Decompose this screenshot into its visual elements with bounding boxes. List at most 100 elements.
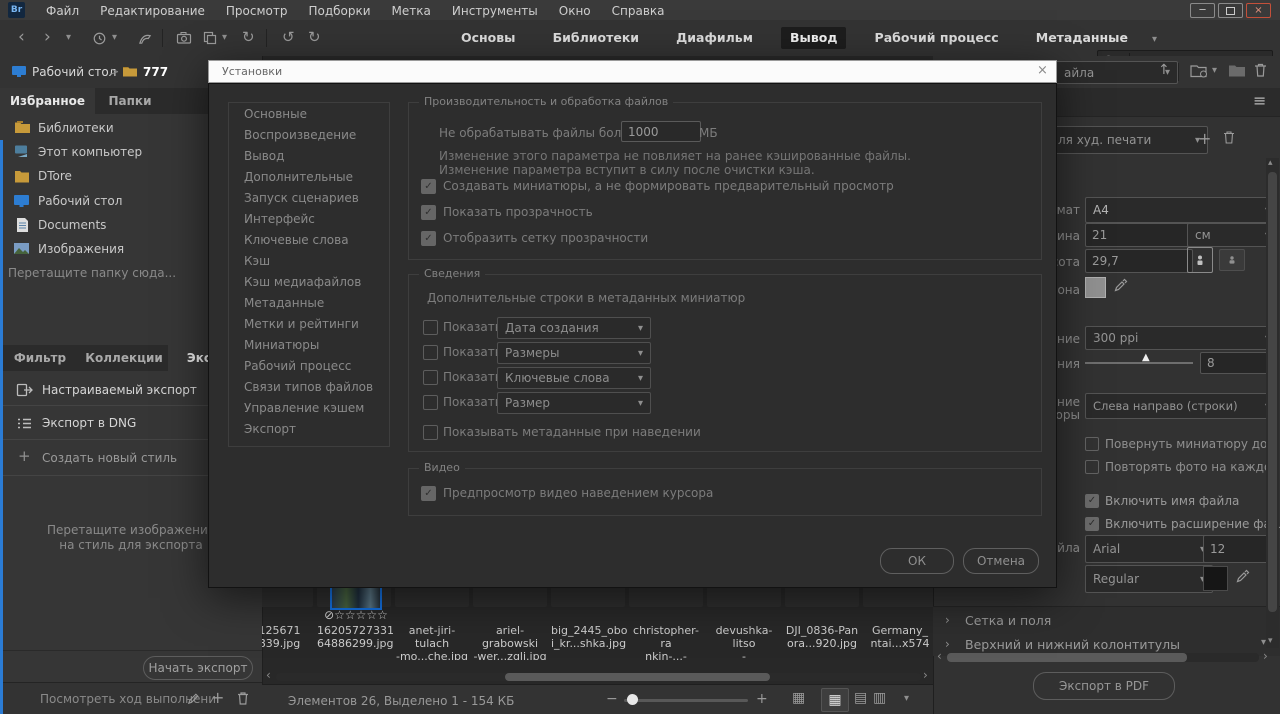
redo-button[interactable]: ↻: [308, 20, 321, 54]
metadata-row1-dropdown[interactable]: Дата создания ▾: [497, 317, 651, 339]
export-pdf-button[interactable]: Экспорт в PDF: [1033, 672, 1175, 700]
zoom-slider-track[interactable]: [624, 699, 748, 702]
add-icon[interactable]: +: [211, 688, 224, 707]
metadata-row4-dropdown[interactable]: Размер ▾: [497, 392, 651, 414]
panel-menu-icon[interactable]: ≡: [1253, 91, 1266, 110]
sidebar-item-documents[interactable]: Documents: [38, 218, 106, 232]
transparency-grid-checkbox[interactable]: ✓: [421, 231, 436, 246]
background-color-swatch[interactable]: [1085, 277, 1106, 298]
workspace-output[interactable]: Вывод: [781, 27, 847, 49]
boomerang-icon[interactable]: [138, 31, 153, 46]
nav-workflow[interactable]: Рабочий процесс: [244, 359, 351, 373]
metadata-row3-dropdown[interactable]: Ключевые слова ▾: [497, 367, 651, 389]
recent-folder-icon[interactable]: [1190, 63, 1209, 79]
right-panel-vscrollbar[interactable]: ▴ ▾: [1266, 158, 1279, 648]
nav-interface[interactable]: Интерфейс: [244, 212, 315, 226]
eyedropper-icon[interactable]: [1113, 277, 1129, 293]
ok-button[interactable]: ОК: [880, 548, 954, 574]
scroll-left-arrow[interactable]: ‹: [937, 649, 942, 663]
minimize-button[interactable]: ─: [1190, 3, 1215, 18]
nav-metadata[interactable]: Метаданные: [244, 296, 324, 310]
sidebar-item-libraries[interactable]: Библиотеки: [38, 121, 114, 135]
menu-label[interactable]: Метка: [392, 1, 431, 21]
menu-help[interactable]: Справка: [612, 1, 665, 21]
file-name[interactable]: devushka-litso-mila...lad.jpg: [707, 624, 781, 660]
file-name[interactable]: ariel-grabowski -wer...zgli.jpg: [473, 624, 547, 660]
scroll-down-arrow[interactable]: ▾: [1268, 636, 1273, 646]
workspace-workflow[interactable]: Рабочий процесс: [866, 27, 1008, 49]
sidebar-item-desktop[interactable]: Рабочий стол: [38, 194, 122, 208]
file-name[interactable]: DJI_0836-Pan ora...920.jpg: [785, 624, 859, 650]
dialog-titlebar[interactable]: Установки ×: [208, 60, 1057, 83]
resolution-dropdown[interactable]: 300 ppi▾: [1085, 326, 1278, 350]
landscape-orientation-button[interactable]: [1219, 249, 1245, 271]
repeat-photo-checkbox[interactable]: [1085, 460, 1099, 474]
show-row2-checkbox[interactable]: [423, 345, 438, 360]
nav-dropdown-caret[interactable]: ▾: [66, 20, 71, 56]
layout-dropdown[interactable]: Слева направо (строки)▾: [1085, 393, 1278, 419]
width-input[interactable]: 21: [1085, 223, 1193, 247]
portrait-orientation-button[interactable]: [1187, 247, 1213, 273]
thumbnail-view-button-active[interactable]: ▦: [821, 688, 849, 712]
quality-slider-track[interactable]: [1085, 362, 1193, 364]
breadcrumb-current[interactable]: 777: [143, 65, 168, 79]
file-name[interactable]: christopher-rankin-...-uly.jpg: [629, 624, 703, 660]
file-name[interactable]: big_2445_obo i_kr...shka.jpg: [551, 624, 627, 650]
hscroll-thumb[interactable]: [505, 673, 770, 681]
tab-folders[interactable]: Папки: [95, 88, 165, 114]
edit-pencil-icon[interactable]: [186, 691, 201, 706]
nav-general[interactable]: Основные: [244, 107, 307, 121]
create-style-button[interactable]: Создать новый стиль: [42, 451, 177, 465]
tab-collections[interactable]: Коллекции: [80, 345, 168, 371]
nav-startup-scripts[interactable]: Запуск сценариев: [244, 191, 359, 205]
content-hscrollbar[interactable]: ‹ ›: [262, 668, 933, 684]
workspace-more-caret[interactable]: ▾: [1152, 34, 1157, 45]
scroll-up-arrow[interactable]: ▴: [1268, 158, 1273, 168]
section-grid-margins[interactable]: › Сетка и поля: [933, 606, 1280, 636]
file-name[interactable]: anet-jiri-tulach -mo...che.jpg: [395, 624, 469, 660]
zoom-in-icon[interactable]: +: [756, 691, 768, 707]
workspace-essentials[interactable]: Основы: [452, 27, 524, 49]
sort-ascending-icon[interactable]: ↑: [1158, 62, 1170, 78]
list-view-icon[interactable]: ▥: [873, 690, 886, 706]
zoom-slider-thumb[interactable]: [627, 694, 638, 705]
sidebar-item-pictures[interactable]: Изображения: [38, 242, 124, 256]
show-tooltips-checkbox[interactable]: [423, 425, 438, 440]
rotate-thumbnail-checkbox[interactable]: [1085, 437, 1099, 451]
unit-dropdown[interactable]: см▾: [1187, 223, 1278, 247]
cancel-button[interactable]: Отмена: [963, 548, 1039, 574]
nav-media-cache[interactable]: Кэш медиафайлов: [244, 275, 361, 289]
nav-labels-ratings[interactable]: Метки и рейтинги: [244, 317, 359, 331]
tab-filter[interactable]: Фильтр: [0, 345, 80, 371]
nav-thumbnails[interactable]: Миниатюры: [244, 338, 319, 352]
nav-keywords[interactable]: Ключевые слова: [244, 233, 349, 247]
start-export-button[interactable]: Начать экспорт: [143, 656, 253, 680]
font-eyedropper-icon[interactable]: [1235, 568, 1251, 584]
file-name[interactable]: 21256710839.jpg: [262, 624, 313, 650]
tab-favorites[interactable]: Избранное: [0, 88, 95, 114]
dialog-close-icon[interactable]: ×: [1037, 63, 1048, 78]
file-name[interactable]: 16205727331 64886299.jpg: [317, 624, 394, 650]
history-caret[interactable]: ▾: [112, 20, 117, 56]
history-icon[interactable]: [92, 31, 107, 46]
menu-stacks[interactable]: Подборки: [308, 1, 370, 21]
forward-button[interactable]: ›: [44, 20, 51, 54]
include-filename-checkbox[interactable]: ✓: [1085, 494, 1099, 508]
copy-files-icon[interactable]: [202, 30, 218, 46]
nav-cache[interactable]: Кэш: [244, 254, 270, 268]
add-preset-icon[interactable]: +: [1198, 129, 1211, 148]
format-dropdown[interactable]: A4▾: [1085, 197, 1278, 223]
scroll-right-arrow[interactable]: ›: [1263, 649, 1268, 663]
output-preset-dropdown[interactable]: ля худ. печати ▾: [1045, 126, 1208, 154]
menu-window[interactable]: Окно: [559, 1, 591, 21]
star-rating[interactable]: ☆☆☆☆☆: [334, 608, 388, 622]
show-row4-checkbox[interactable]: [423, 395, 438, 410]
menu-view[interactable]: Просмотр: [226, 1, 288, 21]
height-input[interactable]: 29,7: [1085, 249, 1193, 273]
show-row1-checkbox[interactable]: [423, 320, 438, 335]
font-size-input[interactable]: 12: [1203, 535, 1275, 563]
sidebar-item-computer[interactable]: Этот компьютер: [38, 145, 142, 159]
rating-row[interactable]: ⊘☆☆☆☆☆: [317, 608, 395, 622]
workspace-filmstrip[interactable]: Диафильм: [667, 27, 762, 49]
delete-preset-icon[interactable]: [1222, 130, 1236, 145]
